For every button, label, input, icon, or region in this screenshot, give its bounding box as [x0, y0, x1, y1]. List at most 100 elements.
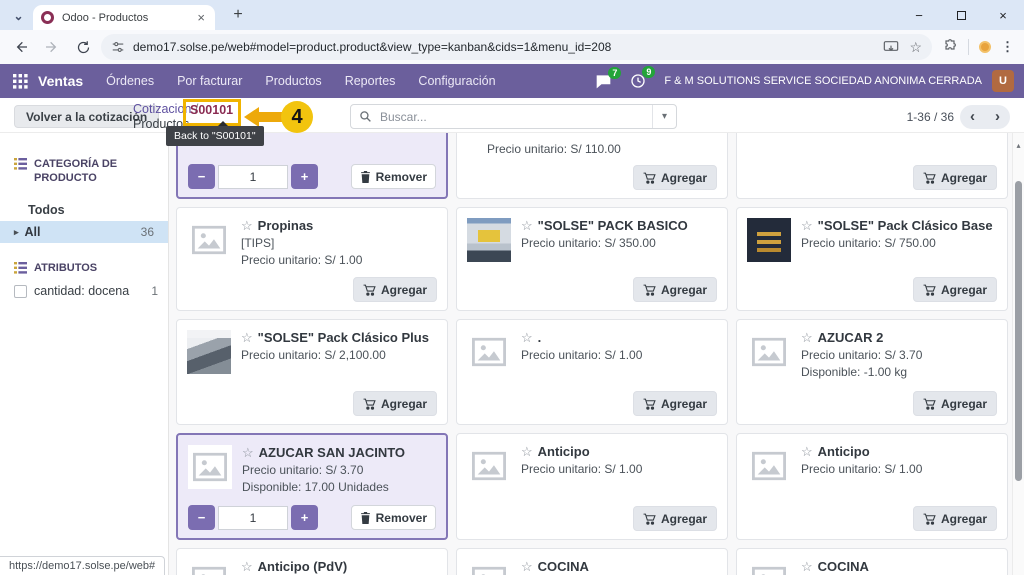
pager-previous-button[interactable]: ‹ — [960, 105, 985, 129]
product-card[interactable]: Precio unitario: S/ 110.00 Agregar — [456, 133, 728, 199]
checkbox[interactable] — [14, 285, 27, 298]
caret-down-icon: ▾ — [662, 111, 667, 122]
sidebar-item-todos[interactable]: Todos — [28, 203, 65, 217]
window-minimize-button[interactable]: − — [898, 0, 940, 30]
product-card[interactable]: ☆ AZUCAR SAN JACINTO Precio unitario: S/… — [176, 433, 448, 540]
decrease-quantity-button[interactable]: − — [188, 505, 215, 530]
pager-next-button[interactable]: › — [985, 105, 1010, 129]
address-bar[interactable]: demo17.solse.pe/web#model=product.produc… — [101, 34, 932, 60]
cast-icon[interactable] — [883, 40, 899, 54]
back-button[interactable] — [11, 37, 31, 57]
product-price: Precio unitario: S/ 1.00 — [521, 348, 717, 362]
favorite-star-icon[interactable]: ☆ — [242, 445, 254, 460]
product-title: AZUCAR SAN JACINTO — [259, 445, 405, 460]
favorite-star-icon[interactable]: ☆ — [801, 330, 813, 345]
annotation-arrow-shaft — [258, 112, 283, 122]
add-to-cart-button[interactable]: Agregar — [913, 277, 997, 302]
apps-grid-icon[interactable] — [13, 74, 28, 89]
search-dropdown-toggle[interactable]: ▾ — [652, 105, 676, 128]
browser-menu-icon[interactable]: ⋮ — [1001, 39, 1014, 55]
product-card[interactable]: ☆ Anticipo Precio unitario: S/ 1.00 Agre… — [456, 433, 728, 540]
add-to-cart-button[interactable]: Agregar — [633, 391, 717, 416]
bookmark-star-icon[interactable]: ☆ — [909, 39, 922, 56]
user-avatar[interactable]: U — [992, 70, 1014, 92]
product-price: Precio unitario: S/ 1.00 — [241, 253, 437, 267]
product-price: Precio unitario: S/ 3.70 — [801, 348, 997, 362]
product-card[interactable]: ☆ Anticipo Precio unitario: S/ 1.00 Agre… — [736, 433, 1008, 540]
favorite-star-icon[interactable]: ☆ — [521, 330, 533, 345]
product-price: Precio unitario: S/ 750.00 — [801, 236, 997, 250]
favorite-star-icon[interactable]: ☆ — [801, 218, 813, 233]
kanban-view: − 1 + Remover Precio unitario: S/ 110.00 — [169, 133, 1012, 575]
menu-por-facturar[interactable]: Por facturar — [177, 74, 242, 88]
add-to-cart-button[interactable]: Agregar — [913, 391, 997, 416]
product-price: Precio unitario: S/ 3.70 — [242, 463, 436, 477]
favorite-star-icon[interactable]: ☆ — [521, 444, 533, 459]
all-count: 36 — [141, 225, 154, 239]
extensions-icon[interactable] — [942, 39, 958, 55]
favorite-star-icon[interactable]: ☆ — [521, 218, 533, 233]
add-to-cart-button[interactable]: Agregar — [633, 506, 717, 531]
site-settings-icon — [111, 40, 125, 54]
increase-quantity-button[interactable]: + — [291, 505, 318, 530]
product-card[interactable]: ☆ AZUCAR 2 Precio unitario: S/ 3.70 Disp… — [736, 319, 1008, 425]
menu-configuracion[interactable]: Configuración — [418, 74, 495, 88]
window-restore-button[interactable] — [940, 0, 982, 30]
product-card[interactable]: ☆ COCINA Agregar — [456, 548, 728, 575]
scroll-up-arrow-icon[interactable]: ▴ — [1013, 141, 1024, 150]
menu-reportes[interactable]: Reportes — [345, 74, 396, 88]
add-to-cart-button[interactable]: Agregar — [633, 277, 717, 302]
product-card[interactable]: ☆ COCINA Agregar — [736, 548, 1008, 575]
quantity-value[interactable]: 1 — [218, 506, 288, 530]
scrollbar-thumb[interactable] — [1015, 181, 1022, 481]
app-name[interactable]: Ventas — [38, 73, 83, 89]
add-to-cart-button[interactable]: Agregar — [353, 391, 437, 416]
window-close-button[interactable]: × — [982, 0, 1024, 30]
cart-icon — [923, 513, 936, 525]
search-input[interactable] — [378, 109, 652, 125]
profile-avatar[interactable] — [979, 41, 991, 53]
vertical-scrollbar[interactable]: ▴ — [1012, 133, 1024, 575]
activities-button[interactable]: 9 — [630, 73, 646, 89]
product-card[interactable]: ☆ . Precio unitario: S/ 1.00 Agregar — [456, 319, 728, 425]
quantity-value[interactable]: 1 — [218, 165, 288, 189]
tab-close-icon[interactable]: × — [195, 11, 207, 24]
product-card[interactable]: Agregar — [736, 133, 1008, 199]
forward-button[interactable] — [42, 37, 62, 57]
add-to-cart-button[interactable]: Agregar — [633, 165, 717, 190]
browser-tab[interactable]: Odoo - Productos × — [33, 5, 215, 30]
favorite-star-icon[interactable]: ☆ — [521, 559, 533, 574]
decrease-quantity-button[interactable]: − — [188, 164, 215, 189]
product-price: Precio unitario: S/ 1.00 — [801, 462, 997, 476]
favorite-star-icon[interactable]: ☆ — [801, 444, 813, 459]
image-placeholder-icon — [192, 566, 226, 575]
product-card[interactable]: ☆ Propinas [TIPS] Precio unitario: S/ 1.… — [176, 207, 448, 311]
product-availability: Disponible: 17.00 Unidades — [242, 480, 436, 494]
add-to-cart-button[interactable]: Agregar — [913, 506, 997, 531]
remove-button[interactable]: Remover — [351, 505, 436, 530]
tab-search-button[interactable]: ⌄ — [8, 5, 29, 26]
new-tab-button[interactable]: + — [226, 3, 250, 27]
messages-button[interactable]: 7 — [595, 74, 612, 89]
product-card[interactable]: ☆ "SOLSE" Pack Clásico Plus Precio unita… — [176, 319, 448, 425]
favorite-star-icon[interactable]: ☆ — [241, 559, 253, 574]
increase-quantity-button[interactable]: + — [291, 164, 318, 189]
product-card[interactable]: ☆ "SOLSE" Pack Clásico Base Precio unita… — [736, 207, 1008, 311]
favorite-star-icon[interactable]: ☆ — [241, 218, 253, 233]
add-to-cart-button[interactable]: Agregar — [913, 165, 997, 190]
product-card[interactable]: ☆ "SOLSE" PACK BASICO Precio unitario: S… — [456, 207, 728, 311]
menu-productos[interactable]: Productos — [265, 74, 321, 88]
menu-ordenes[interactable]: Órdenes — [106, 74, 154, 88]
favorite-star-icon[interactable]: ☆ — [801, 559, 813, 574]
product-title: COCINA — [818, 559, 869, 574]
reload-button[interactable] — [73, 37, 93, 57]
favorite-star-icon[interactable]: ☆ — [241, 330, 253, 345]
product-card[interactable]: ☆ Anticipo (PdV) Agregar — [176, 548, 448, 575]
product-image — [467, 330, 511, 374]
company-name[interactable]: F & M SOLUTIONS SERVICE SOCIEDAD ANONIMA… — [664, 75, 982, 87]
image-placeholder-icon — [752, 566, 786, 575]
remove-button[interactable]: Remover — [351, 164, 436, 189]
sidebar-item-all[interactable]: ▸ All 36 — [0, 221, 168, 243]
add-to-cart-button[interactable]: Agregar — [353, 277, 437, 302]
attribute-cantidad-docena[interactable]: cantidad: docena 1 — [14, 284, 158, 298]
